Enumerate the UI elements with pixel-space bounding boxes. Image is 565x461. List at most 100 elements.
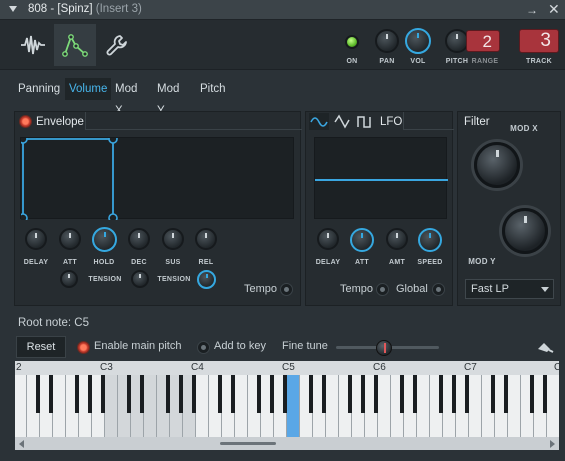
lfo-amt-label: AMT [388, 259, 406, 266]
lfo-delay-label: DELAY [315, 259, 341, 266]
piano-white-key[interactable] [417, 375, 430, 437]
piano-octave-labels: 2 C3 C4 C5 C6 C7 C [15, 361, 559, 375]
piano-white-key[interactable] [378, 375, 391, 437]
envelope-tempo-toggle[interactable] [280, 283, 293, 296]
pan-label: PAN [379, 58, 395, 65]
lfo-delay-knob[interactable] [317, 228, 339, 250]
lfo-title: LFO [380, 116, 403, 128]
octave-label: C5 [282, 362, 295, 373]
track-value[interactable]: 3 [519, 29, 559, 53]
octave-label: C3 [100, 362, 113, 373]
add-to-key-toggle[interactable] [197, 341, 210, 354]
piano-white-key[interactable] [53, 375, 66, 437]
close-icon[interactable]: ✕ [548, 1, 560, 18]
envelope-tempo-label: Tempo [244, 283, 278, 295]
envelope-icon[interactable] [54, 24, 96, 66]
lfo-global-label: Global [396, 283, 428, 295]
envelope-panel: Envelope DELAY ATT HOLD DEC SUS REL TENS… [14, 111, 302, 306]
filter-type-dropdown[interactable]: Fast LP [465, 279, 554, 299]
window-title-insert: (Insert 3) [95, 3, 142, 15]
lfo-triangle-shape-button[interactable] [333, 113, 351, 130]
piano-white-key[interactable] [287, 375, 300, 437]
piano-white-key[interactable] [326, 375, 339, 437]
scroll-right-icon[interactable] [550, 440, 555, 448]
env-hold-knob[interactable] [92, 227, 117, 252]
filter-mod-y-label: MOD Y [468, 257, 496, 266]
reset-button[interactable]: Reset [16, 336, 66, 358]
lfo-speed-knob[interactable] [418, 228, 442, 252]
octave-label: C7 [464, 362, 477, 373]
filter-panel: Filter MOD X MOD Y Fast LP [457, 111, 561, 306]
range-label: RANGE [471, 58, 499, 65]
lfo-square-shape-button[interactable] [356, 113, 374, 130]
volume-knob[interactable] [405, 28, 431, 54]
env-att-knob[interactable] [59, 228, 81, 250]
env-sus-knob[interactable] [162, 228, 184, 250]
filter-mod-x-knob[interactable] [474, 142, 520, 188]
on-led[interactable] [345, 35, 359, 49]
chevron-down-icon [541, 287, 549, 292]
piano-white-key[interactable] [235, 375, 248, 437]
scroll-left-icon[interactable] [19, 440, 24, 448]
tension-knob-1[interactable] [60, 270, 78, 288]
lfo-global-toggle[interactable] [432, 283, 445, 296]
range-value[interactable]: 2 [466, 30, 500, 52]
filter-type-value: Fast LP [471, 283, 509, 295]
piano-white-key[interactable] [196, 375, 209, 437]
lfo-att-knob[interactable] [350, 228, 374, 252]
piano-white-key[interactable] [547, 375, 559, 437]
waveform-icon[interactable] [12, 24, 54, 66]
mixer-icon[interactable] [535, 339, 555, 355]
env-delay-label: DELAY [23, 259, 49, 266]
piano-white-key[interactable] [15, 375, 27, 437]
toolbar: ON PAN VOL PITCH 2 RANGE 3 TRACK [0, 20, 565, 70]
fine-tune-slider[interactable] [336, 340, 439, 356]
fine-tune-slider-handle[interactable] [376, 340, 392, 356]
track-label: TRACK [526, 58, 552, 65]
tension-label-1: TENSION [88, 276, 122, 283]
env-sus-label: SUS [165, 259, 181, 266]
pitch-label: PITCH [445, 58, 469, 65]
lfo-display[interactable] [314, 137, 448, 219]
tab-volume[interactable]: Volume [65, 78, 112, 100]
lfo-speed-label: SPEED [417, 259, 443, 266]
arrow-icon[interactable]: → [526, 3, 538, 17]
piano-scrollbar[interactable] [15, 437, 559, 450]
tension-knob-3[interactable] [197, 270, 216, 289]
env-rel-knob[interactable] [195, 228, 217, 250]
piano-white-key[interactable] [469, 375, 482, 437]
piano-keyboard[interactable]: 2 C3 C4 C5 C6 C7 C [15, 361, 559, 450]
tension-knob-2[interactable] [131, 270, 149, 288]
lfo-tempo-toggle[interactable] [376, 283, 389, 296]
tab-mod-x[interactable]: Mod X [111, 78, 141, 117]
env-delay-knob[interactable] [25, 228, 47, 250]
piano-white-key[interactable] [144, 375, 157, 437]
lfo-amt-knob[interactable] [386, 228, 408, 250]
octave-label: C4 [191, 362, 204, 373]
enable-main-pitch-toggle[interactable] [77, 341, 90, 354]
root-note-label: Root note: C5 [18, 317, 89, 329]
tab-mod-y[interactable]: Mod Y [153, 78, 183, 117]
envelope-display[interactable] [20, 137, 294, 220]
tab-pitch[interactable]: Pitch [196, 78, 230, 100]
lfo-sine-shape-button[interactable] [309, 113, 329, 130]
env-dec-label: DEC [131, 259, 147, 266]
tab-panning[interactable]: Panning [14, 78, 64, 100]
filter-mod-y-knob[interactable] [502, 208, 548, 254]
env-dec-knob[interactable] [128, 228, 150, 250]
envelope-enable-toggle[interactable] [19, 115, 32, 128]
enable-main-pitch-label: Enable main pitch [94, 340, 182, 352]
lfo-panel: LFO DELAY ATT AMT SPEED Tempo Global [305, 111, 454, 306]
window-menu-icon[interactable] [9, 6, 17, 12]
piano-white-key[interactable] [508, 375, 521, 437]
add-to-key-label: Add to key [214, 340, 266, 352]
octave-label: C [554, 362, 559, 373]
envelope-title: Envelope [36, 116, 84, 128]
wrench-icon[interactable] [96, 24, 138, 66]
on-label: ON [346, 58, 358, 65]
pan-knob[interactable] [375, 29, 399, 53]
filter-title: Filter [464, 116, 490, 128]
scroll-thumb[interactable] [220, 442, 276, 445]
filter-mod-x-label: MOD X [510, 124, 538, 133]
piano-white-key[interactable] [105, 375, 118, 437]
